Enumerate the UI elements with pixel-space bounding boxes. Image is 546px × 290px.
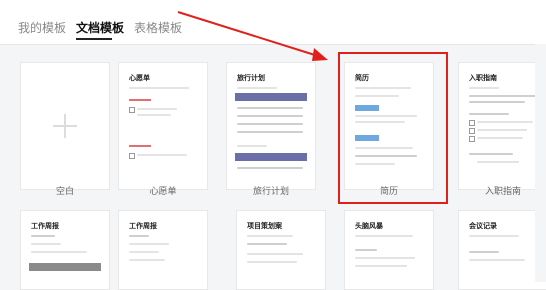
caption-travel-plan: 旅行计划 [252,186,289,196]
checkbox-icon [129,107,135,113]
text-line [129,251,159,253]
caption-blank: 空白 [55,186,74,196]
text-line [477,121,533,123]
text-line [355,235,413,237]
table-row [237,123,303,125]
template-tab-bar: 我的模板 文档模板 表格模板 [0,0,546,45]
template-grid: 空白 心愿单 心愿单 旅行计划 旅行计划 简历 简历 入职指南 入职指南 工作周… [0,44,546,290]
template-card-weekly-report-2[interactable]: 工作周报 [118,210,208,290]
table-row [237,167,303,169]
plus-icon [53,114,77,138]
text-line [469,95,537,97]
template-card-travel-plan[interactable]: 旅行计划 [226,62,316,190]
text-line [129,235,149,237]
tab-my-templates[interactable]: 我的模板 [18,19,66,36]
template-card-weekly-report[interactable]: 工作周报 [20,210,110,290]
table-header-bar [235,153,307,161]
text-line [31,251,87,253]
checkbox-icon [129,153,135,159]
tab-document-templates[interactable]: 文档模板 [76,19,124,36]
text-line [129,243,169,245]
table-header-bar [235,93,307,101]
table-row [237,115,303,117]
template-card-onboarding-guide[interactable]: 入职指南 [458,62,546,190]
text-line [129,259,165,261]
table-row [237,107,303,109]
checkbox-icon [469,128,475,134]
caption-wish-list: 心愿单 [149,186,177,196]
text-line [477,129,527,131]
text-line [31,235,55,237]
card-title: 头脑风暴 [355,223,383,230]
active-tab-indicator [76,38,112,40]
text-line [469,113,509,115]
text-line [469,251,499,253]
text-line [469,87,499,89]
resume-highlight-box [338,52,448,204]
text-line [137,114,171,116]
text-line [247,243,287,245]
template-card-brainstorm[interactable]: 头脑风暴 [344,210,434,290]
card-title: 心愿单 [129,75,150,82]
text-line [469,259,525,261]
text-line [237,145,267,147]
card-title: 入职指南 [469,75,497,82]
card-title: 工作周报 [31,223,59,230]
table-row [237,131,303,133]
text-line [31,243,61,245]
text-line [129,87,189,89]
caption-onboarding-guide: 入职指南 [484,186,521,196]
table-header-bar [29,263,101,271]
text-line [469,153,513,155]
text-line [355,249,377,251]
text-line [469,101,525,103]
red-heading-line [129,145,151,147]
text-line [477,161,519,163]
card-title: 旅行计划 [237,75,265,82]
card-title: 项目策划案 [247,223,282,230]
template-card-wish-list[interactable]: 心愿单 [118,62,208,190]
card-title: 工作周报 [129,223,157,230]
text-line [247,253,303,255]
red-heading-line [129,99,151,101]
text-line [469,235,519,237]
text-line [477,137,523,139]
checkbox-icon [469,136,475,142]
right-edge-fade [535,44,546,282]
checkbox-icon [469,120,475,126]
text-line [137,154,187,156]
text-line [247,261,297,263]
card-title: 会议记录 [469,223,497,230]
text-line [137,108,177,110]
text-line [355,257,415,259]
text-line [355,265,407,267]
template-card-project-plan[interactable]: 项目策划案 [236,210,326,290]
text-line [237,87,277,89]
tab-sheet-templates[interactable]: 表格模板 [134,19,182,36]
text-line [247,235,293,237]
template-card-blank[interactable] [20,62,110,190]
template-card-meeting-notes[interactable]: 会议记录 [458,210,546,290]
